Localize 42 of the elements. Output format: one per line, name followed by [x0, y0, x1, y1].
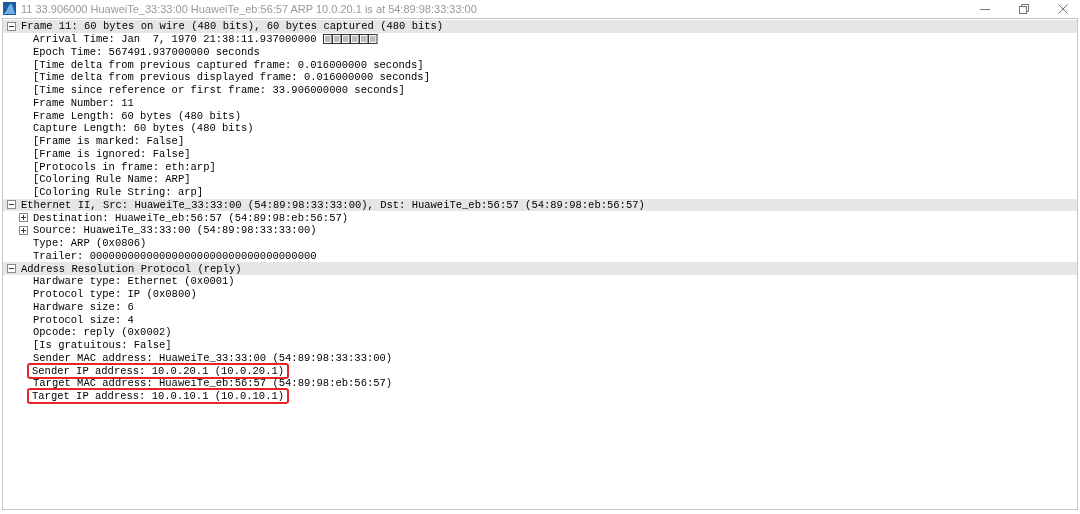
tree-item[interactable]: [Time delta from previous displayed frame: 0.016000000 seconds] [33, 71, 430, 84]
tree-item[interactable]: Sender MAC address: HuaweiTe_33:33:00 (54:89:98:33:33:00) [33, 351, 393, 364]
tree-item[interactable]: [Frame is marked: False] [33, 135, 185, 148]
tree-header-row[interactable]: Ethernet II, Src: HuaweiTe_33:33:00 (54:89:98:33:33:00), Dst: HuaweiTe_eb:56:57 (54:89:98:eb:56:57) [3, 198, 1077, 212]
tree-item[interactable]: [Coloring Rule Name: ARP] [33, 173, 191, 186]
tree-item[interactable]: Trailer: 000000000000000000000000000000000000 [33, 249, 317, 262]
tree-item[interactable]: Address Resolution Protocol (reply) [21, 262, 242, 275]
tree-item[interactable]: Source: HuaweiTe_33:33:00 (54:89:98:33:33:00) [33, 224, 317, 237]
tree-item[interactable]: Frame Number: 11 [33, 96, 134, 109]
tree-item[interactable]: [Protocols in frame: eth:arp] [33, 160, 216, 173]
tree-header-row[interactable]: Address Resolution Protocol (reply) [3, 262, 1077, 275]
tree-item[interactable]: Capture Length: 60 bytes (480 bits) [33, 122, 254, 135]
tree-item[interactable]: [Frame is ignored: False] [33, 147, 191, 160]
tree-item[interactable]: Hardware size: 6 [33, 300, 134, 313]
tree-item[interactable]: [Time delta from previous captured frame: 0.016000000 seconds] [33, 58, 424, 71]
collapse-icon[interactable] [7, 21, 16, 31]
window-title: 11 33.906000 HuaweiTe_33:33:00 HuaweiTe_eb:56:57 ARP 10.0.20.1 is at 54:89:98:33:33:00 [21, 2, 478, 15]
tree-item[interactable]: Epoch Time: 567491.937000000 seconds [33, 45, 260, 58]
expand-icon[interactable] [19, 225, 28, 235]
tree-item[interactable]: Protocol type: IP (0x0800) [33, 288, 197, 301]
tree-item[interactable]: Frame Length: 60 bytes (480 bits) [33, 109, 241, 122]
restore-icon [1019, 3, 1029, 14]
tree-item[interactable]: Hardware type: Ethernet (0x0001) [33, 275, 235, 288]
tree-item[interactable]: [Coloring Rule String: arp] [33, 186, 204, 199]
close-icon [1058, 3, 1068, 14]
tree-item[interactable]: Frame 11: 60 bytes on wire (480 bits), 60 bytes captured (480 bits) [21, 20, 444, 33]
tree-item[interactable]: Protocol size: 4 [33, 313, 134, 326]
tree-header-row[interactable]: Frame 11: 60 bytes on wire (480 bits), 60 bytes captured (480 bits) [3, 20, 1077, 33]
app-logo-icon [3, 2, 16, 15]
tree-item[interactable]: [Is gratuitous: False] [33, 339, 172, 352]
collapse-icon[interactable] [7, 200, 16, 210]
tree-item[interactable]: Arrival Time: Jan 7, 1970 21:38:11.937000000 [33, 33, 317, 46]
tree-item[interactable]: Destination: HuaweiTe_eb:56:57 (54:89:98:eb:56:57) [33, 211, 349, 224]
tree-item[interactable]: Sender IP address: 10.0.20.1 (10.0.20.1) [29, 364, 288, 377]
tree-item[interactable]: [Time since reference or first frame: 33.906000000 seconds] [33, 84, 405, 97]
collapse-icon[interactable] [7, 264, 16, 274]
tree-item[interactable]: Opcode: reply (0x0002) [33, 326, 172, 339]
tree-item[interactable]: Ethernet II, Src: HuaweiTe_33:33:00 (54:89:98:33:33:00), Dst: HuaweiTe_eb:56:57 (54:89:98:eb:56:57) [21, 198, 645, 211]
expand-icon[interactable] [19, 213, 28, 223]
tree-item[interactable]: Type: ARP (0x0806) [33, 237, 147, 250]
tree-item[interactable]: Target IP address: 10.0.10.1 (10.0.10.1) [29, 390, 288, 403]
tree-item[interactable]: Target MAC address: HuaweiTe_eb:56:57 (54:89:98:eb:56:57) [33, 377, 393, 390]
